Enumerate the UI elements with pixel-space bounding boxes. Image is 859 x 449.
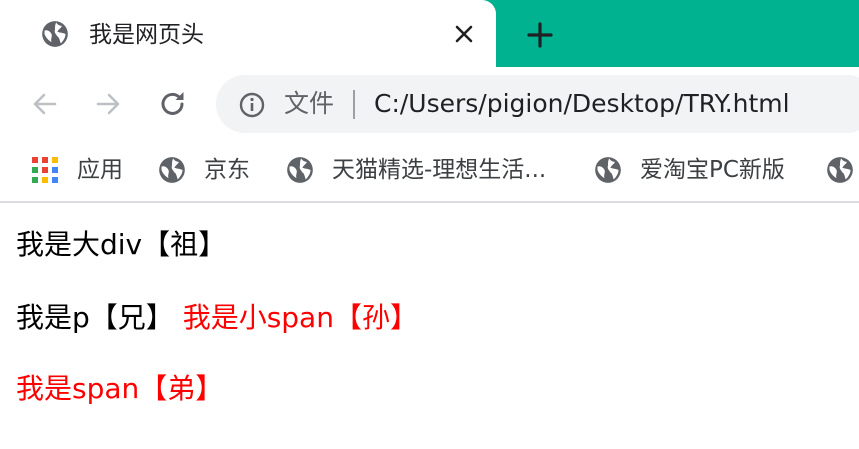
tab-title: 我是网页头 bbox=[89, 22, 204, 48]
span-text: 我是span【弟】 bbox=[16, 372, 224, 405]
div-text: 我是大div【祖】 bbox=[16, 228, 227, 261]
globe-icon bbox=[287, 157, 313, 183]
globe-icon bbox=[827, 157, 853, 183]
bookmark-label: 京东 bbox=[204, 157, 250, 183]
forward-arrow-icon[interactable] bbox=[91, 87, 125, 121]
p-text: 我是p【兄】 bbox=[16, 301, 174, 334]
apps-grid-icon bbox=[32, 157, 58, 183]
bookmark-overflow[interactable] bbox=[826, 154, 859, 186]
globe-icon bbox=[42, 21, 68, 47]
site-info-label[interactable]: 文件 bbox=[284, 88, 334, 120]
p-line: 我是p【兄】 我是小span【孙】 bbox=[16, 300, 418, 336]
omnibox-divider bbox=[353, 90, 355, 119]
bookmark-label: 爱淘宝PC新版 bbox=[640, 157, 785, 183]
url-text[interactable]: C:/Users/pigion/Desktop/TRY.html bbox=[374, 88, 790, 120]
active-tab[interactable]: 我是网页头 bbox=[0, 0, 496, 67]
info-icon[interactable] bbox=[238, 91, 266, 119]
back-arrow-icon[interactable] bbox=[28, 87, 62, 121]
bookmarks-bar: 应用 京东 天猫精选-理想生活... 爱淘宝PC新版 bbox=[0, 142, 859, 203]
bookmark-label: 天猫精选-理想生活... bbox=[332, 157, 547, 183]
browser-toolbar: 文件 C:/Users/pigion/Desktop/TRY.html bbox=[0, 67, 859, 142]
globe-icon bbox=[595, 157, 621, 183]
address-bar[interactable]: 文件 C:/Users/pigion/Desktop/TRY.html bbox=[216, 75, 859, 133]
reload-icon[interactable] bbox=[156, 87, 190, 121]
bookmark-label: 应用 bbox=[77, 157, 123, 183]
globe-icon bbox=[159, 157, 185, 183]
page-content: 我是大div【祖】 我是p【兄】 我是小span【孙】 我是span【弟】 bbox=[0, 203, 859, 449]
tab-strip: 我是网页头 bbox=[0, 0, 859, 67]
small-span-text: 我是小span【孙】 bbox=[182, 301, 418, 334]
close-icon[interactable] bbox=[452, 22, 476, 46]
new-tab-plus-icon[interactable] bbox=[525, 20, 555, 50]
